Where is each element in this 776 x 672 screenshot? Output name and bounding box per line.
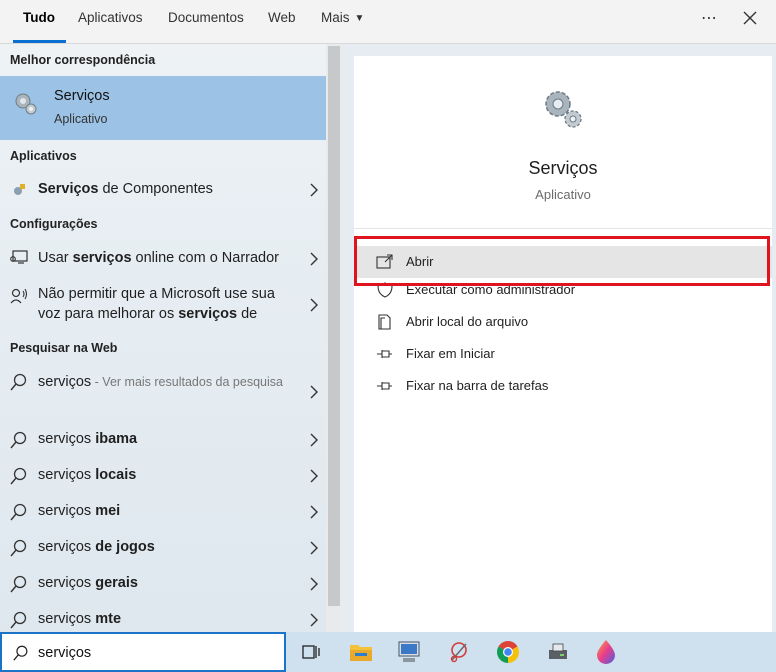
- list-item-component-services[interactable]: Serviços de Componentes: [0, 176, 326, 204]
- web-result-item[interactable]: serviços locais: [0, 464, 326, 492]
- best-match-header: Melhor correspondência: [10, 53, 156, 67]
- best-match-subtitle: Aplicativo: [54, 112, 108, 126]
- search-tabs-bar: Tudo Aplicativos Documentos Web Mais ▼ ⋯: [0, 0, 776, 44]
- best-match-title: Serviços: [54, 88, 110, 104]
- active-tab-indicator: [13, 40, 66, 43]
- tab-label: Tudo: [23, 10, 55, 25]
- pin-to-taskbar-action[interactable]: Fixar na barra de tarefas: [354, 374, 772, 406]
- web-result-item[interactable]: serviços mte: [0, 608, 326, 632]
- printer-app-icon[interactable]: [543, 637, 573, 667]
- list-item-label: Serviços de Componentes: [38, 181, 213, 197]
- narrator-monitor-icon: [9, 248, 29, 268]
- file-explorer-icon[interactable]: [346, 637, 376, 667]
- search-input[interactable]: [38, 642, 278, 664]
- search-icon: [10, 575, 27, 593]
- preview-title: Serviços: [528, 158, 598, 178]
- search-icon: [10, 373, 27, 391]
- list-item-label: Não permitir que a Microsoft use sua voz…: [38, 286, 275, 322]
- search-icon: [10, 467, 27, 485]
- chevron-right-icon: [310, 505, 318, 519]
- paint-drop-icon[interactable]: [591, 637, 621, 667]
- close-icon[interactable]: [736, 5, 764, 31]
- highlight-annotation: [354, 236, 770, 286]
- chevron-right-icon: [310, 385, 318, 399]
- search-icon: [10, 503, 27, 521]
- file-location-icon: [378, 314, 391, 330]
- scrollbar-thumb[interactable]: [328, 46, 340, 606]
- list-item-narrator-setting[interactable]: Usar serviços online com o Narrador: [0, 244, 326, 274]
- list-item-voice-setting[interactable]: Não permitir que a Microsoft use sua voz…: [0, 282, 326, 328]
- gears-icon: [545, 91, 582, 128]
- chevron-right-icon: [310, 577, 318, 591]
- web-search-header: Pesquisar na Web: [10, 341, 118, 355]
- tab-label: Web: [268, 10, 296, 25]
- tab-web[interactable]: Web: [268, 0, 296, 43]
- action-label: Fixar em Iniciar: [406, 346, 495, 361]
- action-label: Abrir local do arquivo: [406, 314, 529, 329]
- chevron-right-icon: [310, 541, 318, 555]
- tab-label: Aplicativos: [78, 10, 143, 25]
- tab-apps[interactable]: Aplicativos: [78, 0, 143, 43]
- pin-taskbar-icon: [377, 382, 392, 390]
- search-icon: [13, 645, 28, 661]
- gears-icon: [15, 93, 37, 115]
- chevron-right-icon: [310, 183, 318, 197]
- results-panel: Melhor correspondência Serviços Aplicati…: [0, 44, 326, 632]
- tab-more[interactable]: Mais ▼: [321, 0, 364, 43]
- search-box[interactable]: [0, 632, 286, 672]
- chevron-right-icon: [310, 252, 318, 266]
- settings-header: Configurações: [10, 217, 98, 231]
- chevron-right-icon: [310, 433, 318, 447]
- tab-documents[interactable]: Documentos: [168, 0, 244, 43]
- tab-all[interactable]: Tudo: [13, 0, 66, 43]
- tab-label: Mais: [321, 10, 350, 25]
- action-label: Fixar na barra de tarefas: [406, 378, 549, 393]
- web-result-item[interactable]: serviços - Ver mais resultados da pesqui…: [0, 368, 326, 416]
- open-file-location-action[interactable]: Abrir local do arquivo: [354, 310, 772, 342]
- web-result-item[interactable]: serviços ibama: [0, 428, 326, 456]
- web-result-item[interactable]: serviços mei: [0, 500, 326, 528]
- web-result-item[interactable]: serviços de jogos: [0, 536, 326, 564]
- chevron-down-icon: ▼: [354, 13, 365, 24]
- preview-panel: Serviços Aplicativo Abrir Executar como …: [354, 56, 772, 632]
- snipping-icon[interactable]: [444, 637, 474, 667]
- more-options-icon[interactable]: ⋯: [695, 5, 723, 31]
- list-item-label: Usar serviços online com o Narrador: [38, 250, 280, 266]
- list-item-label: serviços mei: [38, 503, 121, 519]
- chevron-right-icon: [310, 613, 318, 627]
- search-icon: [10, 431, 27, 449]
- search-icon: [10, 539, 27, 557]
- task-view-icon[interactable]: [296, 637, 326, 667]
- chevron-right-icon: [310, 298, 318, 312]
- chrome-icon[interactable]: [493, 637, 523, 667]
- chevron-right-icon: [310, 469, 318, 483]
- apps-header: Aplicativos: [10, 149, 77, 163]
- preview-subtitle: Aplicativo: [535, 187, 591, 202]
- pin-icon: [377, 350, 392, 358]
- pin-to-start-action[interactable]: Fixar em Iniciar: [354, 342, 772, 374]
- list-item-label: serviços de jogos: [38, 539, 155, 555]
- list-item-label: serviços - Ver mais resultados da pesqui…: [38, 374, 283, 390]
- list-item-label: serviços locais: [38, 467, 137, 483]
- best-match-item[interactable]: Serviços Aplicativo: [0, 76, 326, 140]
- network-app-icon[interactable]: [394, 637, 424, 667]
- list-item-label: serviços ibama: [38, 431, 138, 447]
- divider: [354, 228, 772, 229]
- search-icon: [10, 611, 27, 629]
- list-item-label: serviços gerais: [38, 575, 138, 591]
- voice-icon: [9, 286, 29, 306]
- tab-label: Documentos: [168, 10, 244, 25]
- list-item-label: serviços mte: [38, 611, 122, 627]
- component-services-icon: [9, 180, 29, 200]
- web-result-item[interactable]: serviços gerais: [0, 572, 326, 600]
